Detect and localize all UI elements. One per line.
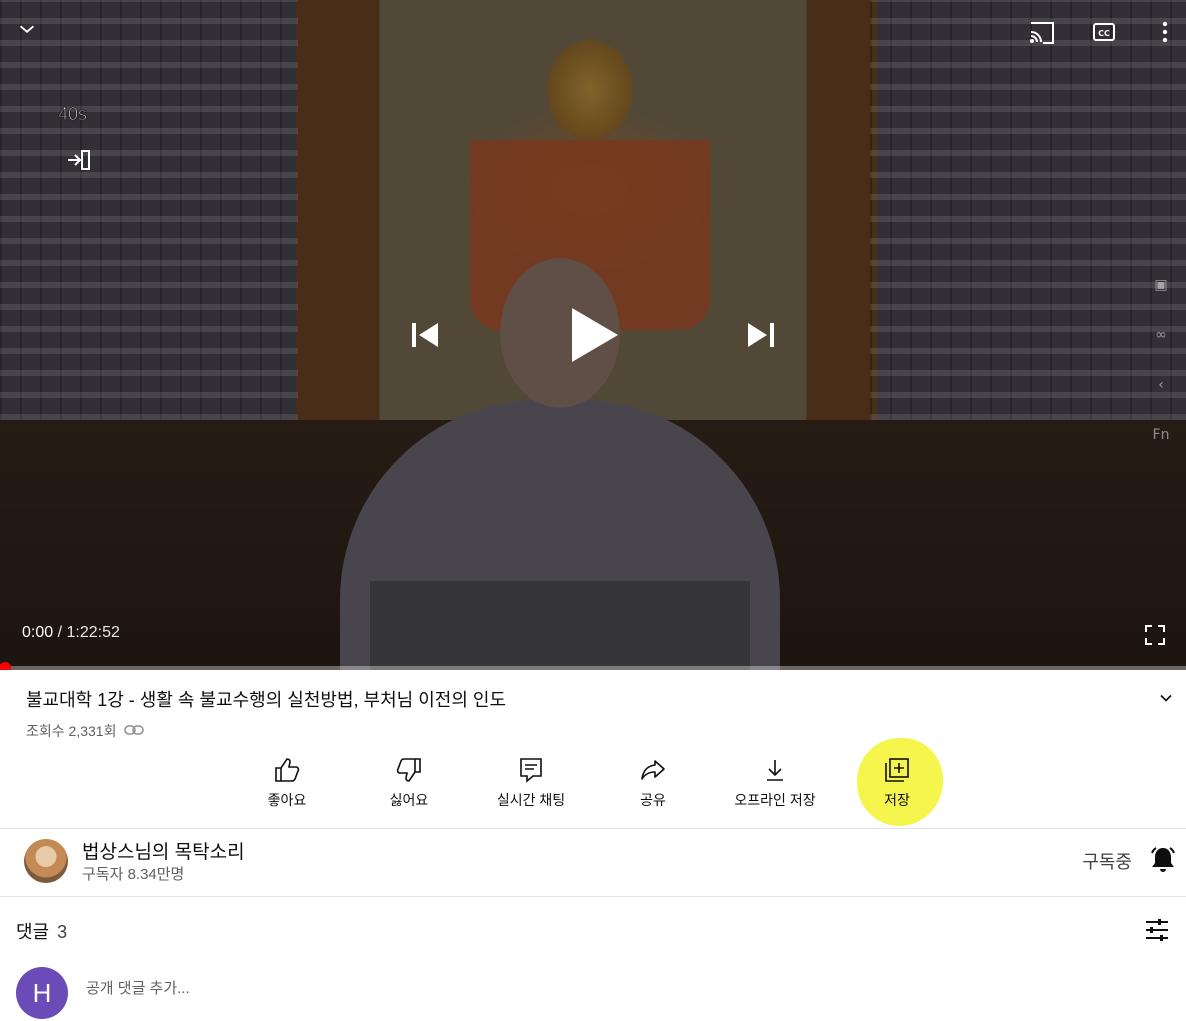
dislike-label: 싫어요 xyxy=(389,792,429,808)
download-label: 오프라인 저장 xyxy=(734,792,816,808)
chevron-down-icon[interactable] xyxy=(16,18,38,40)
view-count-row: 조회수 2,331회 xyxy=(26,721,145,741)
video-title-row[interactable]: 불교대학 1강 - 생활 속 불교수행의 실천방법, 부처님 이전의 인도 xyxy=(26,686,1176,712)
like-button[interactable]: 좋아요 xyxy=(227,756,347,810)
download-button[interactable]: 오프라인 저장 xyxy=(715,756,835,810)
svg-text:CC: CC xyxy=(1098,29,1110,38)
live-chat-label: 실시간 채팅 xyxy=(496,792,566,808)
playlist-add-icon xyxy=(885,758,909,782)
duration: 1:22:52 xyxy=(66,624,120,641)
download-icon xyxy=(767,760,783,781)
play-icon[interactable] xyxy=(566,304,620,366)
comment-input[interactable] xyxy=(86,980,686,997)
video-title: 불교대학 1강 - 생활 속 불교수행의 실천방법, 부처님 이전의 인도 xyxy=(26,690,507,710)
share-icon xyxy=(641,760,665,780)
progress-scrubber[interactable] xyxy=(0,662,11,670)
subscriber-count: 구독자 8.34만명 xyxy=(82,866,185,883)
channel-avatar[interactable] xyxy=(24,839,68,883)
sort-icon[interactable] xyxy=(1144,918,1170,946)
thumb-up-icon xyxy=(275,758,300,782)
dislike-button[interactable]: 싫어요 xyxy=(349,756,469,810)
save-label: 저장 xyxy=(884,792,910,808)
comments-count: 3 xyxy=(57,922,68,942)
fullscreen-icon[interactable] xyxy=(1144,624,1166,646)
skip-previous-icon[interactable] xyxy=(408,318,442,352)
link-icon xyxy=(124,723,145,739)
fn-key[interactable]: Fn xyxy=(1146,410,1176,460)
skip-next-icon[interactable] xyxy=(744,318,778,352)
comments-header[interactable]: 댓글 3 xyxy=(16,918,67,944)
share-label: 공유 xyxy=(640,792,666,808)
like-label: 좋아요 xyxy=(267,792,307,808)
thumb-down-icon xyxy=(396,758,421,782)
more-vert-icon[interactable] xyxy=(1156,20,1174,44)
user-avatar: H xyxy=(16,967,68,1019)
channel-name[interactable]: 법상스님의 목탁소리 xyxy=(82,837,245,864)
chevron-down-icon[interactable] xyxy=(1156,688,1176,712)
exit-seek-icon xyxy=(64,146,92,174)
camera-icon[interactable]: ▣ xyxy=(1146,260,1176,310)
side-toolbar: ▣ ∞ ‹ Fn xyxy=(1146,260,1176,460)
seek-hint: 40s xyxy=(57,104,88,125)
link-icon[interactable]: ∞ xyxy=(1146,310,1176,360)
action-bar: 좋아요 싫어요 실시간 채팅 공유 오프라인 저장 저장 xyxy=(0,756,1186,816)
bell-icon[interactable] xyxy=(1148,844,1178,878)
live-chat-icon xyxy=(520,758,542,783)
time-separator: / xyxy=(53,624,67,641)
share-button[interactable]: 공유 xyxy=(593,756,713,810)
video-player[interactable]: CC 40s ▣ ∞ ‹ Fn 0:00 / 1:22:52 xyxy=(0,0,1186,670)
divider xyxy=(0,896,1186,897)
live-chat-button[interactable]: 실시간 채팅 xyxy=(471,756,591,810)
cast-icon[interactable] xyxy=(1028,20,1056,46)
progress-bar[interactable] xyxy=(0,662,1186,670)
chevron-left-icon[interactable]: ‹ xyxy=(1146,360,1176,410)
cc-icon[interactable]: CC xyxy=(1092,20,1116,44)
channel-row[interactable]: 법상스님의 목탁소리 구독자 8.34만명 구독중 xyxy=(0,828,1186,896)
view-count: 조회수 2,331회 xyxy=(26,723,117,739)
save-button[interactable]: 저장 xyxy=(837,756,957,810)
time-display: 0:00 / 1:22:52 xyxy=(22,624,120,642)
comments-title: 댓글 xyxy=(16,922,50,942)
current-time: 0:00 xyxy=(22,624,54,641)
subscribed-button[interactable]: 구독중 xyxy=(1082,848,1132,874)
